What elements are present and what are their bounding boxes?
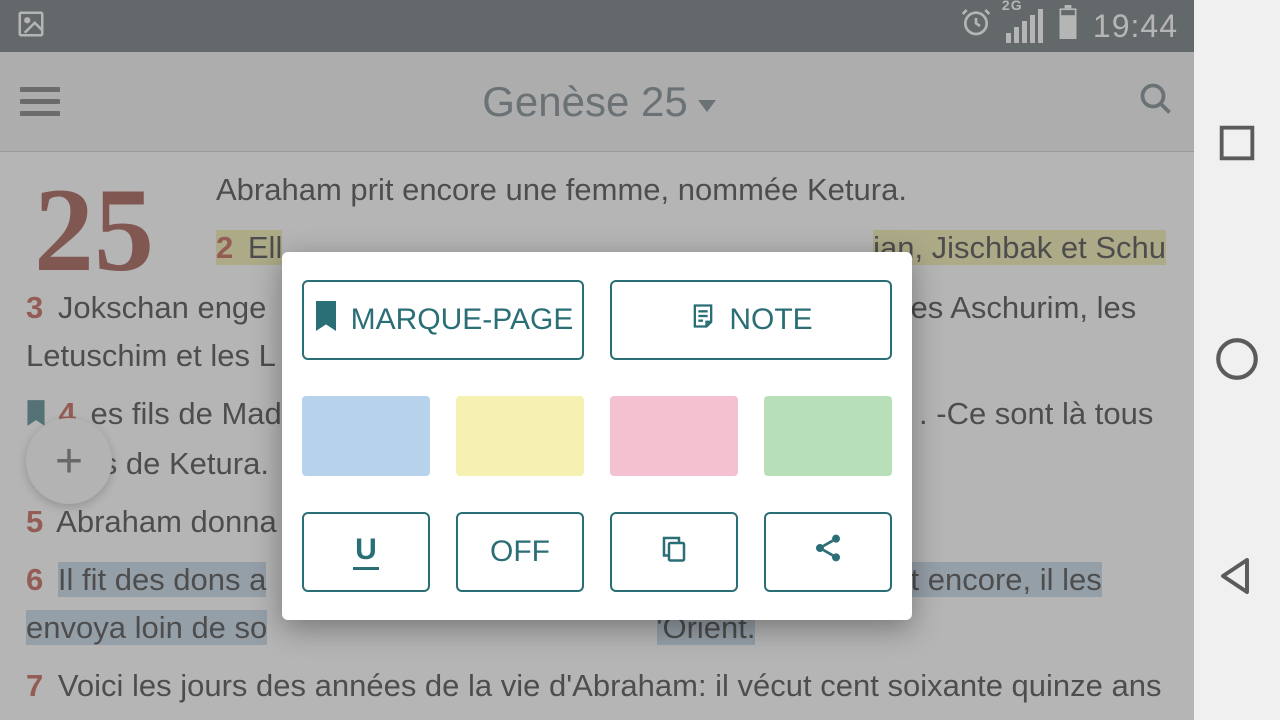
bookmark-label: MARQUE-PAGE <box>351 303 574 337</box>
device-nav-bar <box>1194 0 1280 720</box>
highlight-green[interactable] <box>764 396 892 476</box>
popup-row-tools: U OFF <box>302 512 892 592</box>
note-button[interactable]: NOTE <box>610 280 892 360</box>
highlight-off-button[interactable]: OFF <box>456 512 584 592</box>
bookmark-icon <box>313 301 339 339</box>
share-button[interactable] <box>764 512 892 592</box>
recent-apps-button[interactable] <box>1214 120 1260 166</box>
phone-area: 2G 19:44 Genèse 25 <box>0 0 1194 720</box>
highlight-blue[interactable] <box>302 396 430 476</box>
bookmark-button[interactable]: MARQUE-PAGE <box>302 280 584 360</box>
note-icon <box>689 301 717 339</box>
screen: 2G 19:44 Genèse 25 <box>0 0 1280 720</box>
underline-button[interactable]: U <box>302 512 430 592</box>
back-button[interactable] <box>1213 552 1261 600</box>
note-label: NOTE <box>729 303 812 337</box>
highlight-pink[interactable] <box>610 396 738 476</box>
underline-icon: U <box>353 535 379 570</box>
highlight-yellow[interactable] <box>456 396 584 476</box>
copy-button[interactable] <box>610 512 738 592</box>
copy-icon <box>659 532 689 572</box>
popup-row-actions: MARQUE-PAGE NOTE <box>302 280 892 360</box>
off-label: OFF <box>490 535 550 569</box>
selection-popup: MARQUE-PAGE NOTE U <box>282 252 912 620</box>
popup-row-colors <box>302 396 892 476</box>
share-icon <box>812 532 844 572</box>
home-button[interactable] <box>1212 334 1262 384</box>
